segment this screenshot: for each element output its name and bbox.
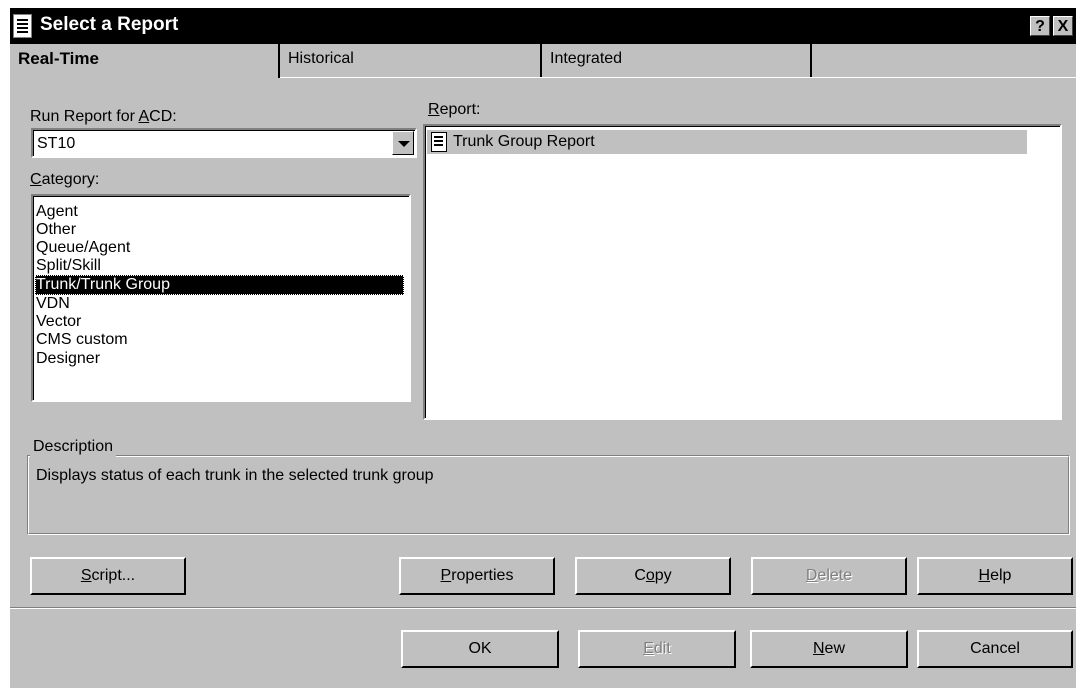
report-label: Report:: [428, 101, 481, 118]
report-item[interactable]: Trunk Group Report: [427, 130, 1027, 154]
ok-button[interactable]: OK: [401, 630, 559, 668]
tab-divider: [280, 77, 1076, 78]
help-button[interactable]: Help: [917, 557, 1073, 595]
window-title: Select a Report: [40, 14, 179, 35]
category-listbox[interactable]: Agent Other Queue/Agent Split/Skill Trun…: [31, 194, 411, 402]
list-item[interactable]: CMS custom: [35, 330, 404, 350]
tab-label: Historical: [288, 50, 354, 67]
tab-real-time[interactable]: Real-Time: [10, 44, 280, 78]
acd-combobox[interactable]: ST10: [31, 128, 417, 158]
list-item[interactable]: Queue/Agent: [35, 238, 404, 258]
help-icon[interactable]: ?: [1030, 16, 1050, 36]
close-icon[interactable]: X: [1053, 16, 1073, 36]
category-label: Category:: [30, 171, 100, 188]
report-icon: [431, 132, 447, 152]
properties-button[interactable]: Properties: [399, 557, 555, 595]
list-item-selected[interactable]: Trunk/Trunk Group: [35, 275, 404, 295]
report-item-label: Trunk Group Report: [453, 133, 595, 150]
tab-label: Integrated: [550, 50, 623, 67]
select-report-dialog: Select a Report ? X Real-Time Historical…: [10, 8, 1076, 688]
list-item[interactable]: Other: [35, 220, 404, 240]
tab-integrated[interactable]: Integrated: [542, 44, 812, 78]
report-listbox[interactable]: Trunk Group Report: [423, 124, 1062, 420]
acd-value: ST10: [37, 135, 76, 152]
tab-label: Real-Time: [18, 49, 99, 68]
title-bar: Select a Report ? X: [10, 8, 1076, 44]
tab-strip: Real-Time Historical Integrated: [10, 44, 1076, 78]
list-item[interactable]: Designer: [35, 349, 404, 369]
acd-label: Run Report for ACD:: [30, 108, 177, 125]
cancel-button[interactable]: Cancel: [917, 630, 1073, 668]
delete-button[interactable]: Delete: [751, 557, 907, 595]
copy-button[interactable]: Copy: [575, 557, 731, 595]
list-item[interactable]: Vector: [35, 312, 404, 332]
script-button[interactable]: Script...: [30, 557, 186, 595]
report-window-icon: [13, 14, 32, 38]
edit-button[interactable]: Edit: [578, 630, 736, 668]
description-legend: Description: [30, 437, 117, 457]
list-item[interactable]: Split/Skill: [35, 256, 404, 276]
list-item[interactable]: Agent: [35, 202, 404, 222]
new-button[interactable]: New: [750, 630, 908, 668]
description-text: Displays status of each trunk in the sel…: [36, 467, 434, 484]
tab-historical[interactable]: Historical: [280, 44, 542, 78]
chevron-down-icon[interactable]: [392, 131, 414, 155]
list-item[interactable]: VDN: [35, 294, 404, 314]
